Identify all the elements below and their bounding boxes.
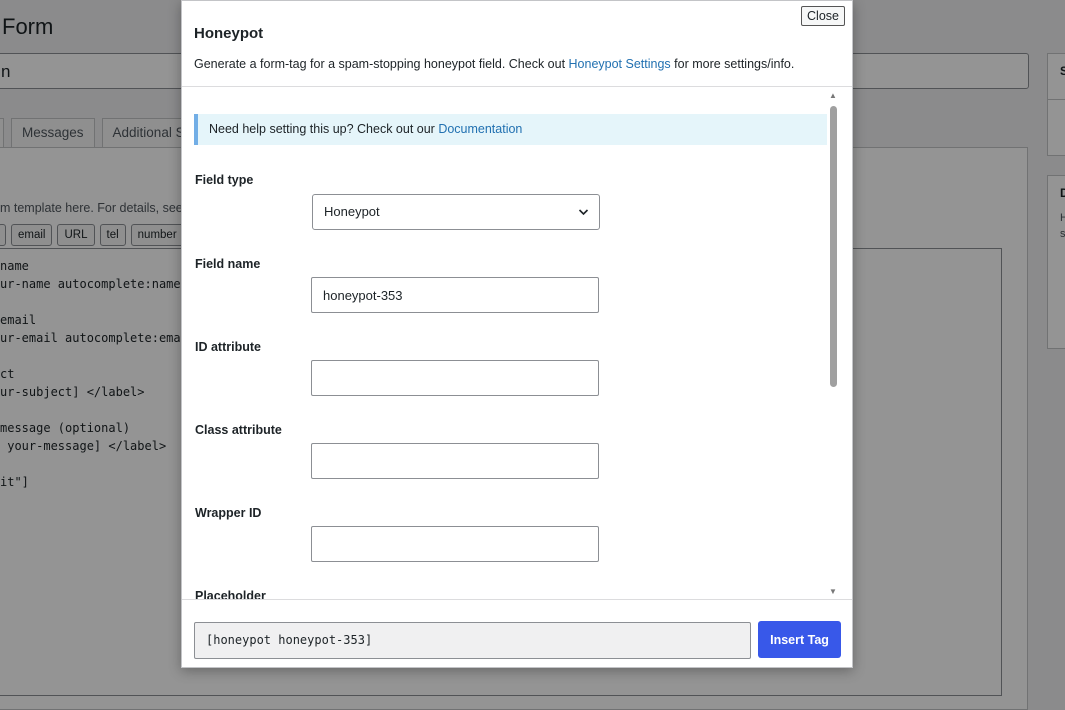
scroll-up-arrow-icon[interactable]: ▲ bbox=[829, 91, 837, 100]
close-button[interactable]: Close bbox=[801, 6, 845, 26]
class-attribute-label: Class attribute bbox=[195, 423, 282, 437]
field-type-label: Field type bbox=[195, 173, 254, 187]
chevron-down-icon bbox=[578, 195, 589, 243]
id-attribute-input[interactable] bbox=[311, 360, 599, 396]
scrollbar-thumb[interactable] bbox=[830, 106, 837, 387]
scroll-down-arrow-icon[interactable]: ▼ bbox=[829, 587, 837, 596]
wrapper-id-label: Wrapper ID bbox=[195, 506, 262, 520]
dialog-footer: [honeypot honeypot-353] Insert Tag bbox=[182, 599, 852, 667]
vertical-scrollbar[interactable]: ▲ ▼ bbox=[827, 89, 841, 597]
field-name-label: Field name bbox=[195, 257, 261, 271]
dialog-title: Honeypot bbox=[194, 25, 264, 42]
id-attribute-label: ID attribute bbox=[195, 340, 261, 354]
insert-tag-button[interactable]: Insert Tag bbox=[758, 621, 841, 658]
documentation-link[interactable]: Documentation bbox=[438, 122, 522, 136]
field-type-value: Honeypot bbox=[324, 204, 380, 219]
wrapper-id-input[interactable] bbox=[311, 526, 599, 562]
field-name-input[interactable] bbox=[311, 277, 599, 313]
dialog-description: Generate a form-tag for a spam-stopping … bbox=[194, 57, 795, 71]
class-attribute-input[interactable] bbox=[311, 443, 599, 479]
help-notice: Need help setting this up? Check out our… bbox=[194, 114, 827, 145]
honeypot-tag-dialog: Close Honeypot Generate a form-tag for a… bbox=[181, 0, 853, 668]
placeholder-label: Placeholder bbox=[195, 589, 266, 599]
field-type-select[interactable]: Honeypot bbox=[312, 194, 600, 230]
honeypot-settings-link[interactable]: Honeypot Settings bbox=[569, 57, 671, 71]
dialog-scroll-area[interactable]: Need help setting this up? Check out our… bbox=[182, 87, 852, 599]
generated-tag-field[interactable]: [honeypot honeypot-353] bbox=[194, 622, 751, 659]
